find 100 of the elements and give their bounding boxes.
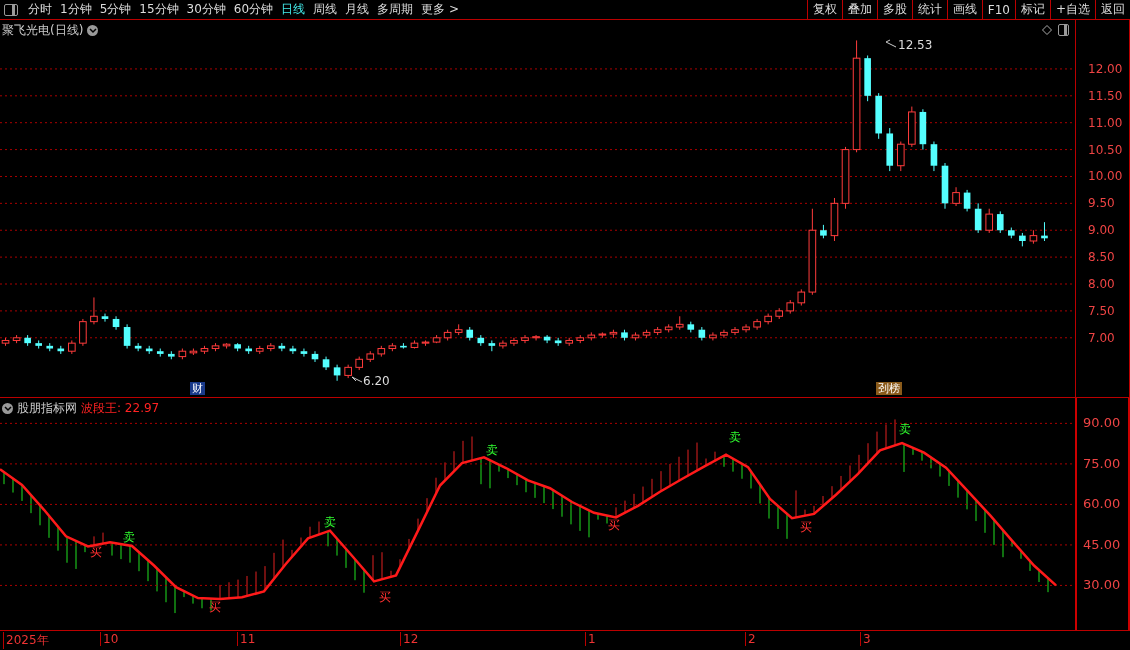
price-axis-label: 11.50 <box>1088 88 1123 103</box>
candlestick <box>123 323 131 350</box>
candlestick <box>797 288 806 306</box>
period-tab[interactable]: 月线 <box>341 1 374 18</box>
candlestick <box>200 345 209 355</box>
diamond-icon[interactable] <box>1042 25 1052 35</box>
candlestick <box>178 348 187 360</box>
candlestick <box>587 331 596 341</box>
indicator-axis-label: 75.00 <box>1083 455 1121 471</box>
dropdown-icon[interactable] <box>2 403 13 414</box>
high-price-label: 12.53 <box>898 38 933 52</box>
pointer-arrow-icon <box>885 39 897 48</box>
candlestick <box>222 342 231 350</box>
signal-marker: 卖 <box>486 443 498 457</box>
signal-marker: 卖 <box>324 515 336 529</box>
price-axis-label: 10.50 <box>1088 142 1123 157</box>
candlestick <box>311 350 319 363</box>
candlestick <box>168 350 175 360</box>
candlestick <box>709 331 717 341</box>
candlestick <box>631 331 640 341</box>
candlestick <box>1008 227 1015 239</box>
candlestick <box>79 318 87 347</box>
candlestick <box>454 323 463 336</box>
period-tab[interactable]: 30分钟 <box>182 1 230 18</box>
period-tab[interactable]: 5分钟 <box>95 1 136 18</box>
candlestick <box>1041 221 1048 242</box>
candlestick <box>565 337 574 347</box>
candlestick <box>255 345 264 355</box>
period-tab[interactable]: 多周期 <box>373 1 418 18</box>
signal-marker: 卖 <box>729 430 741 444</box>
time-axis-label: 11 <box>237 632 256 646</box>
candlestick <box>466 326 474 341</box>
period-tab[interactable]: 60分钟 <box>229 1 278 18</box>
candlestick <box>366 350 375 363</box>
signal-marker: 买 <box>800 520 812 534</box>
period-tab[interactable]: 分时 <box>24 1 56 18</box>
candlestick <box>355 356 364 371</box>
panel-toggle-icon[interactable] <box>1058 24 1069 36</box>
candlestick <box>720 329 728 339</box>
candlestick <box>952 186 960 207</box>
candlestick <box>675 315 684 331</box>
price-axis-label: 8.00 <box>1088 277 1115 291</box>
candlestick <box>46 342 54 352</box>
candlestick <box>112 315 120 331</box>
candlestick <box>57 345 65 355</box>
signal-marker: 买 <box>608 518 620 532</box>
candlestick <box>1019 232 1026 247</box>
candlestick <box>90 296 98 325</box>
event-badge[interactable]: 刭榜 <box>876 382 902 395</box>
candlestick <box>974 202 982 234</box>
sidebar-toggle-icon[interactable] <box>4 3 18 16</box>
time-axis-label: 3 <box>860 632 871 646</box>
candlestick <box>543 334 551 344</box>
candlestick <box>443 329 452 341</box>
candlestick <box>996 210 1004 234</box>
dropdown-icon[interactable] <box>87 25 99 36</box>
candlestick <box>554 337 562 347</box>
price-axis-label: 10.00 <box>1088 169 1123 184</box>
event-badge[interactable]: 财 <box>190 382 205 395</box>
period-tab[interactable]: 更多 > <box>417 1 463 18</box>
candlestick <box>322 356 330 371</box>
candlestick <box>35 339 42 350</box>
candlestick <box>189 348 198 356</box>
candlestick <box>333 364 341 382</box>
price-axis-label: 8.50 <box>1088 250 1115 265</box>
candlestick <box>211 342 220 352</box>
candlestick <box>12 334 21 344</box>
time-axis-label: 10 <box>100 632 119 646</box>
signal-marker: 买 <box>90 545 102 559</box>
period-tab[interactable]: 日线 <box>277 1 310 18</box>
candlestick <box>864 55 871 102</box>
price-axis-label: 7.50 <box>1088 303 1115 318</box>
candlestick <box>576 334 585 344</box>
candlestick <box>344 364 352 379</box>
candlestick <box>653 326 662 336</box>
candlestick <box>698 326 706 341</box>
candlestick <box>820 224 827 239</box>
candlestick <box>156 348 164 358</box>
period-tab[interactable]: 周线 <box>309 1 342 18</box>
period-tab[interactable]: 1分钟 <box>56 1 96 18</box>
candlestick <box>609 329 618 339</box>
candlestick <box>664 323 673 333</box>
signal-marker: 卖 <box>899 422 911 436</box>
price-axis-label: 9.50 <box>1088 196 1115 211</box>
chart-title: 聚飞光电(日线) <box>2 22 84 39</box>
candlestick <box>499 339 507 350</box>
candlestick <box>598 331 607 339</box>
period-tab[interactable]: 15分钟 <box>135 1 183 18</box>
signal-marker: 卖 <box>123 530 135 544</box>
candlestick <box>245 345 252 355</box>
price-axis-label: 12.00 <box>1088 61 1123 76</box>
candlestick <box>278 342 286 352</box>
candlestick <box>477 334 485 347</box>
candlestick <box>134 342 142 352</box>
candlestick <box>1029 229 1038 245</box>
candlestick <box>919 108 927 151</box>
time-axis-label: 12 <box>400 632 419 646</box>
signal-marker: 买 <box>379 590 391 604</box>
signal-marker: 买 <box>209 600 221 614</box>
candlestick <box>300 348 308 358</box>
